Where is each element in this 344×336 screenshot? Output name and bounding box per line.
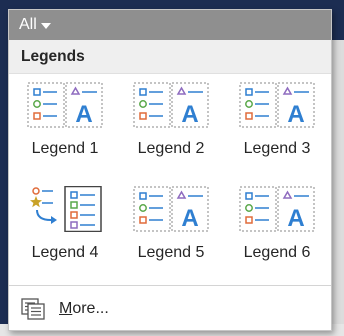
filter-label: All <box>19 16 37 33</box>
legend-item-label: Legend 5 <box>137 244 205 261</box>
screen: All Legends A Legend 1 A Legend 2 A Lege… <box>0 0 344 336</box>
more-label-accelerator: M <box>59 299 73 317</box>
filter-bar: All <box>9 10 331 40</box>
caret-down-icon <box>40 23 51 29</box>
svg-text:A: A <box>287 205 304 232</box>
filter-dropdown[interactable]: All <box>19 16 51 34</box>
more-label: More... <box>59 300 109 318</box>
legend-item-3[interactable]: A Legend 3 <box>225 74 329 174</box>
more-label-rest: ore... <box>72 299 109 317</box>
section-header: Legends <box>9 40 331 74</box>
legend-item-label: Legend 6 <box>243 244 311 261</box>
legend-item-1[interactable]: A Legend 1 <box>13 74 117 174</box>
legend-grid: A Legend 1 A Legend 2 A Legend 3 Legend … <box>9 74 331 282</box>
legend-item-label: Legend 1 <box>31 140 99 157</box>
legend-item-label: Legend 4 <box>31 244 99 261</box>
legend-item-label: Legend 3 <box>243 140 311 157</box>
legend-side-icon: A <box>27 82 103 128</box>
legend-gallery: All Legends A Legend 1 A Legend 2 A Lege… <box>8 9 332 331</box>
legend-flow-icon <box>30 186 102 232</box>
legend-side-icon: A <box>133 82 209 128</box>
legend-item-6[interactable]: A Legend 6 <box>225 178 329 278</box>
svg-text:A: A <box>181 101 198 128</box>
legend-gallery-more-icon <box>21 297 45 320</box>
document-background <box>332 40 344 330</box>
svg-text:A: A <box>181 205 198 232</box>
svg-text:A: A <box>75 101 92 128</box>
legend-side-icon: A <box>133 186 209 232</box>
legend-item-4[interactable]: Legend 4 <box>13 178 117 278</box>
svg-text:A: A <box>287 101 304 128</box>
legend-item-5[interactable]: A Legend 5 <box>119 178 223 278</box>
legend-item-label: Legend 2 <box>137 140 205 157</box>
legend-item-2[interactable]: A Legend 2 <box>119 74 223 174</box>
legend-side-icon: A <box>239 82 315 128</box>
section-title: Legends <box>21 47 85 65</box>
legend-side-icon: A <box>239 186 315 232</box>
more-button[interactable]: More... <box>9 285 331 331</box>
